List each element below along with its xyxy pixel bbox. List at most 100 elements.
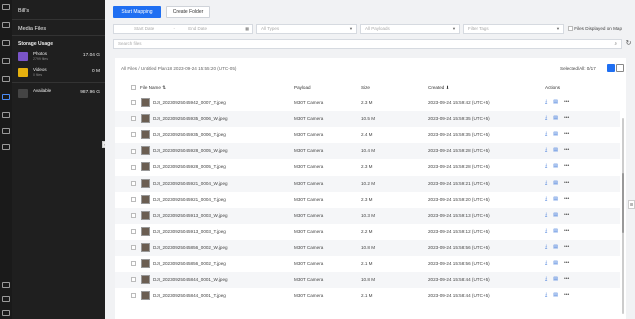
image-thumbnail[interactable] [141, 275, 150, 285]
image-icon[interactable]: ▤ [553, 147, 558, 153]
row-checkbox[interactable] [131, 245, 136, 251]
list-view-icon[interactable] [607, 64, 615, 72]
type-select[interactable]: All Types ▼ [256, 24, 357, 34]
row-checkbox[interactable] [131, 293, 136, 299]
table-row[interactable]: DJI_20230925045935_0006_T.jpeg M30T Camer… [115, 127, 620, 143]
more-icon[interactable]: ••• [564, 244, 569, 250]
download-icon[interactable]: ⤓ [545, 244, 547, 250]
row-checkbox[interactable] [131, 132, 136, 138]
file-name[interactable]: DJI_20230925045913_0003_W.jpeg [153, 213, 228, 218]
file-name[interactable]: DJI_20230925045928_0005_W.jpeg [153, 148, 228, 153]
download-icon[interactable]: ⤓ [545, 147, 547, 153]
file-name[interactable]: DJI_20230925045921_0004_T.jpeg [153, 197, 226, 202]
start-mapping-button[interactable]: Start Mapping [113, 6, 161, 18]
scrollbar-thumb[interactable] [622, 173, 624, 233]
breadcrumb[interactable]: All Files / Untitled Plan18 2023-09-24 1… [121, 66, 236, 71]
image-icon[interactable]: ▤ [553, 228, 558, 234]
image-thumbnail[interactable] [141, 242, 150, 252]
layers-icon[interactable] [2, 58, 10, 64]
table-row[interactable]: DJI_20230925045913_0003_W.jpeg M30T Camer… [115, 207, 620, 224]
start-date-field[interactable]: Start Date [134, 26, 154, 31]
table-row[interactable]: DJI_20230925045942_0007_T.jpeg M30T Camer… [115, 95, 620, 111]
table-row[interactable]: DJI_20230925045921_0004_T.jpeg M30T Camer… [115, 192, 620, 208]
file-name[interactable]: DJI_20230925045942_0007_T.jpeg [153, 100, 226, 105]
image-thumbnail[interactable] [141, 178, 150, 188]
file-name[interactable]: DJI_20230925045856_0002_W.jpeg [153, 245, 228, 250]
download-icon[interactable]: ⤓ [545, 260, 547, 266]
download-icon[interactable]: ⤓ [545, 196, 547, 202]
table-row[interactable]: DJI_20230925045856_0002_W.jpeg M30T Camer… [115, 239, 620, 256]
home-icon[interactable] [2, 4, 10, 10]
download-icon[interactable]: ⤓ [545, 163, 547, 169]
image-icon[interactable]: ▤ [553, 260, 558, 266]
scrollbar[interactable] [622, 118, 624, 314]
table-row[interactable]: DJI_20230925045856_0002_T.jpeg M30T Camer… [115, 256, 620, 272]
row-checkbox[interactable] [131, 148, 136, 154]
image-icon[interactable]: ▤ [553, 99, 558, 105]
table-row[interactable]: DJI_20230925045844_0001_W.jpeg M30T Camer… [115, 272, 620, 289]
search-input[interactable]: Search files ⌕ [113, 39, 622, 49]
row-checkbox[interactable] [131, 116, 136, 122]
col-created[interactable]: Created ⬇ [428, 85, 449, 91]
files-on-map-toggle[interactable]: Files Displayed on Map [568, 26, 622, 32]
refresh-icon[interactable]: ↻ [624, 39, 633, 49]
download-icon[interactable]: ⤓ [545, 292, 547, 298]
row-checkbox[interactable] [131, 164, 136, 170]
image-icon[interactable]: ▤ [553, 292, 558, 298]
image-icon[interactable]: ▤ [553, 276, 558, 282]
image-icon[interactable]: ▤ [553, 180, 558, 186]
image-icon[interactable]: ▤ [553, 163, 558, 169]
file-name[interactable]: DJI_20230925045935_0006_W.jpeg [153, 116, 228, 121]
more-icon[interactable]: ••• [564, 292, 569, 298]
payload-select[interactable]: All Payloads ▼ [360, 24, 460, 34]
row-checkbox[interactable] [131, 229, 136, 235]
image-icon[interactable]: ▤ [553, 244, 558, 250]
more-icon[interactable]: ••• [564, 276, 569, 282]
download-icon[interactable]: ⤓ [545, 131, 547, 137]
grid-view-icon[interactable] [616, 64, 624, 72]
more-icon[interactable]: ••• [564, 180, 569, 186]
file-name[interactable]: DJI_20230925045844_0001_T.jpeg [153, 293, 226, 298]
logout-icon[interactable] [2, 310, 10, 316]
table-row[interactable]: DJI_20230925045844_0001_T.jpeg M30T Camer… [115, 288, 620, 304]
row-checkbox[interactable] [131, 277, 136, 283]
image-thumbnail[interactable] [141, 210, 150, 220]
image-thumbnail[interactable] [141, 130, 150, 140]
file-name[interactable]: DJI_20230925045935_0006_T.jpeg [153, 132, 226, 137]
table-row[interactable]: DJI_20230925045921_0004_W.jpeg M30T Camer… [115, 175, 620, 192]
image-icon[interactable]: ▤ [553, 212, 558, 218]
date-range-picker[interactable]: Start Date - End Date ▦ [113, 24, 253, 34]
file-name[interactable]: DJI_20230925045844_0001_W.jpeg [153, 277, 228, 282]
image-thumbnail[interactable] [141, 162, 150, 172]
cube-icon[interactable] [2, 76, 10, 82]
image-thumbnail[interactable] [141, 146, 150, 156]
list-icon[interactable] [2, 144, 10, 150]
row-checkbox[interactable] [131, 100, 136, 106]
image-thumbnail[interactable] [141, 291, 150, 301]
row-checkbox[interactable] [131, 212, 136, 218]
download-icon[interactable]: ⤓ [545, 212, 547, 218]
analytics-icon[interactable] [2, 112, 10, 118]
file-name[interactable]: DJI_20230925045921_0004_W.jpeg [153, 181, 228, 186]
settings-icon[interactable] [2, 296, 10, 302]
more-icon[interactable]: ••• [564, 99, 569, 105]
image-thumbnail[interactable] [141, 226, 150, 236]
row-checkbox[interactable] [131, 196, 136, 202]
select-all-checkbox[interactable] [131, 85, 136, 91]
side-tab-button[interactable]: ☰ [628, 200, 635, 209]
table-row[interactable]: DJI_20230925045928_0005_W.jpeg M30T Camer… [115, 143, 620, 160]
more-icon[interactable]: ••• [564, 131, 569, 137]
file-name[interactable]: DJI_20230925045913_0003_T.jpeg [153, 229, 226, 234]
download-icon[interactable]: ⤓ [545, 115, 547, 121]
download-icon[interactable]: ⤓ [545, 180, 547, 186]
image-icon[interactable]: ▤ [553, 131, 558, 137]
download-icon[interactable]: ⤓ [545, 228, 547, 234]
create-folder-button[interactable]: Create Folder [166, 6, 210, 18]
image-thumbnail[interactable] [141, 194, 150, 204]
search-icon[interactable]: ⌕ [614, 40, 617, 48]
image-icon[interactable]: ▤ [553, 196, 558, 202]
download-icon[interactable]: ⤓ [545, 276, 547, 282]
media-icon[interactable] [2, 94, 10, 100]
tags-select[interactable]: Filter Tags ▼ [463, 24, 564, 34]
download-icon[interactable]: ⤓ [545, 99, 547, 105]
